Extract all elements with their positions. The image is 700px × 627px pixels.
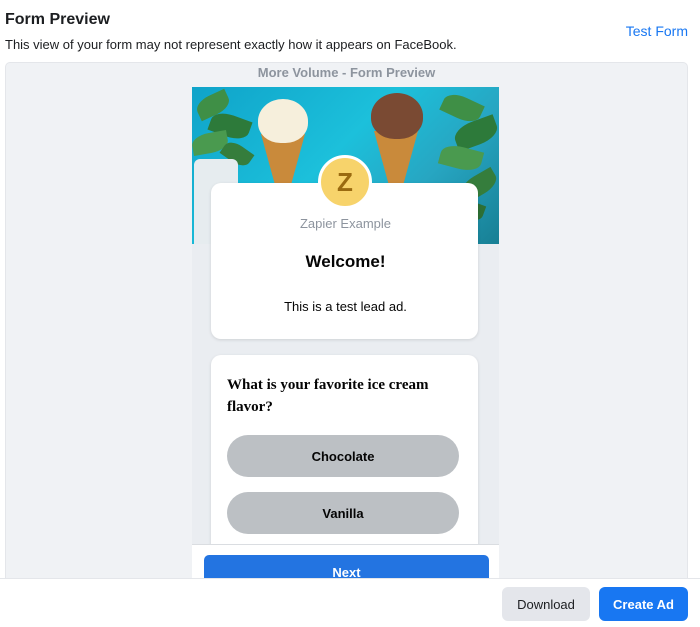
form-preview-dialog: Form Preview This view of your form may … [0, 0, 700, 627]
page-avatar: Z [318, 155, 372, 209]
welcome-heading: Welcome! [305, 252, 386, 271]
download-button[interactable]: Download [502, 587, 590, 621]
create-ad-button[interactable]: Create Ad [599, 587, 688, 621]
preview-frame[interactable]: More Volume - Form Preview Z Zapier Exam… [5, 62, 688, 582]
preview-title: More Volume - Form Preview [257, 65, 436, 80]
welcome-body: This is a test lead ad. [284, 299, 407, 314]
option-vanilla-button[interactable]: Vanilla [227, 492, 459, 534]
page-name: Zapier Example [299, 216, 392, 231]
dialog-footer: Download Create Ad [0, 578, 700, 627]
test-form-link[interactable]: Test Form [626, 23, 688, 39]
page-subtitle: This view of your form may not represent… [5, 37, 457, 52]
phone-footer: Next [192, 544, 499, 582]
phone-preview[interactable]: Z Zapier Example Welcome! This is a test… [192, 87, 499, 582]
option-chocolate-button[interactable]: Chocolate [227, 435, 459, 477]
page-title: Form Preview [5, 11, 110, 28]
question-text: What is your favorite ice cream flavor? [227, 377, 429, 415]
